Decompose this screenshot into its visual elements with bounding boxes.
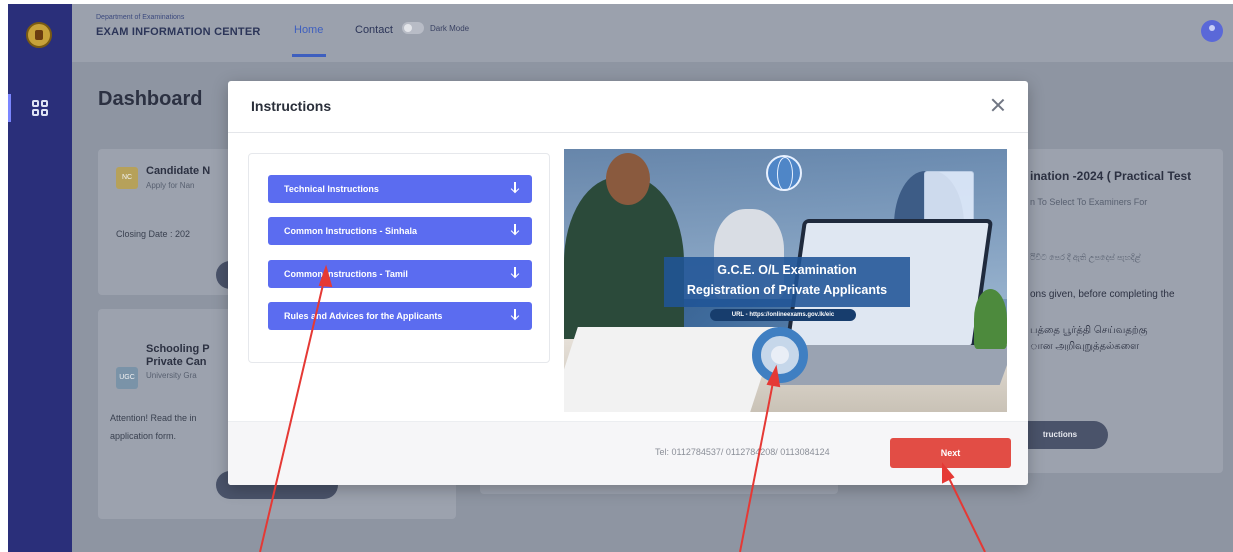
arrow-down-icon xyxy=(510,267,520,279)
registration-banner-image: G.C.E. O/L Examination Registration of P… xyxy=(564,149,1007,412)
card-text-tamil-2: ான அறிவுறுத்தல்களை xyxy=(1030,341,1140,352)
instructions-modal: Instructions Technical Instructions Comm… xyxy=(228,81,1028,485)
dark-mode-toggle[interactable] xyxy=(402,22,424,34)
globe-icon xyxy=(766,155,802,191)
button-label: Technical Instructions xyxy=(284,184,379,194)
card-text-sinhala: ථිවිට පෙර දී ඇති උපදෙස් පැහදිළ් xyxy=(1030,253,1141,262)
instructions-list: Technical Instructions Common Instructio… xyxy=(248,153,550,363)
modal-footer: Tel: 0112784537/ 0112784208/ 0113084124 … xyxy=(228,421,1028,485)
banner-title: G.C.E. O/L Examination Registration of P… xyxy=(664,257,910,307)
card-subtitle: Apply for Nan xyxy=(146,181,195,190)
arrow-down-icon xyxy=(510,182,520,194)
nav-contact[interactable]: Contact xyxy=(355,24,393,36)
side-rail xyxy=(8,4,72,552)
nav-active-indicator xyxy=(292,54,326,57)
card-subtitle: n To Select To Examiners For xyxy=(1030,197,1148,207)
page-title: Dashboard xyxy=(98,88,203,110)
dark-mode-label: Dark Mode xyxy=(430,24,470,33)
button-label: Rules and Advices for the Applicants xyxy=(284,311,443,321)
sidebar-item-dashboard[interactable] xyxy=(8,90,72,126)
sinhala-instructions-button[interactable]: Common Instructions - Sinhala xyxy=(268,217,532,245)
modal-title: Instructions xyxy=(251,98,332,114)
banner-line-1: G.C.E. O/L Examination xyxy=(717,263,857,277)
ugc-badge: UGC xyxy=(116,367,138,389)
tamil-instructions-button[interactable]: Common Instructions - Tamil xyxy=(268,260,532,288)
donut-chart-icon xyxy=(752,327,808,383)
banner-url: URL - https://onlineexams.gov.lk/eic xyxy=(710,309,856,321)
nc-badge: NC xyxy=(116,167,138,189)
button-label: Common Instructions - Tamil xyxy=(284,269,408,279)
emblem-logo xyxy=(26,22,52,48)
button-label: Common Instructions - Sinhala xyxy=(284,226,418,236)
department-label: Department of Examinations xyxy=(96,14,185,21)
grid-icon xyxy=(32,100,48,116)
card-title-2: Private Can xyxy=(146,356,207,368)
arrow-down-icon xyxy=(510,224,520,236)
card-title: Candidate N xyxy=(146,165,211,177)
modal-header: Instructions xyxy=(228,81,1028,133)
card-subtitle: University Gra xyxy=(146,371,197,380)
card-text-english: ons given, before completing the xyxy=(1030,289,1175,300)
app-window: Department of Examinations EXAM INFORMAT… xyxy=(8,4,1233,552)
card-text: Attention! Read the in application form. xyxy=(110,413,197,441)
arrow-down-icon xyxy=(510,309,520,321)
close-icon[interactable] xyxy=(988,95,1008,115)
card-text-tamil: பத்தை பூர்த்தி செய்வதற்கு xyxy=(1030,325,1148,336)
telephone-numbers: Tel: 0112784537/ 0112784208/ 0113084124 xyxy=(655,447,830,457)
rules-advices-button[interactable]: Rules and Advices for the Applicants xyxy=(268,302,532,330)
app-title: EXAM INFORMATION CENTER xyxy=(96,26,261,38)
card-title: ination -2024 ( Practical Test xyxy=(1030,169,1192,183)
user-avatar[interactable] xyxy=(1201,20,1223,42)
next-button[interactable]: Next xyxy=(890,438,1011,468)
technical-instructions-button[interactable]: Technical Instructions xyxy=(268,175,532,203)
closing-date: Closing Date : 202 xyxy=(116,229,191,239)
card-title: Schooling P xyxy=(146,343,210,355)
top-bar: Department of Examinations EXAM INFORMAT… xyxy=(72,4,1233,62)
nav-home[interactable]: Home xyxy=(294,24,323,36)
banner-line-2: Registration of Private Applicants xyxy=(686,283,888,297)
